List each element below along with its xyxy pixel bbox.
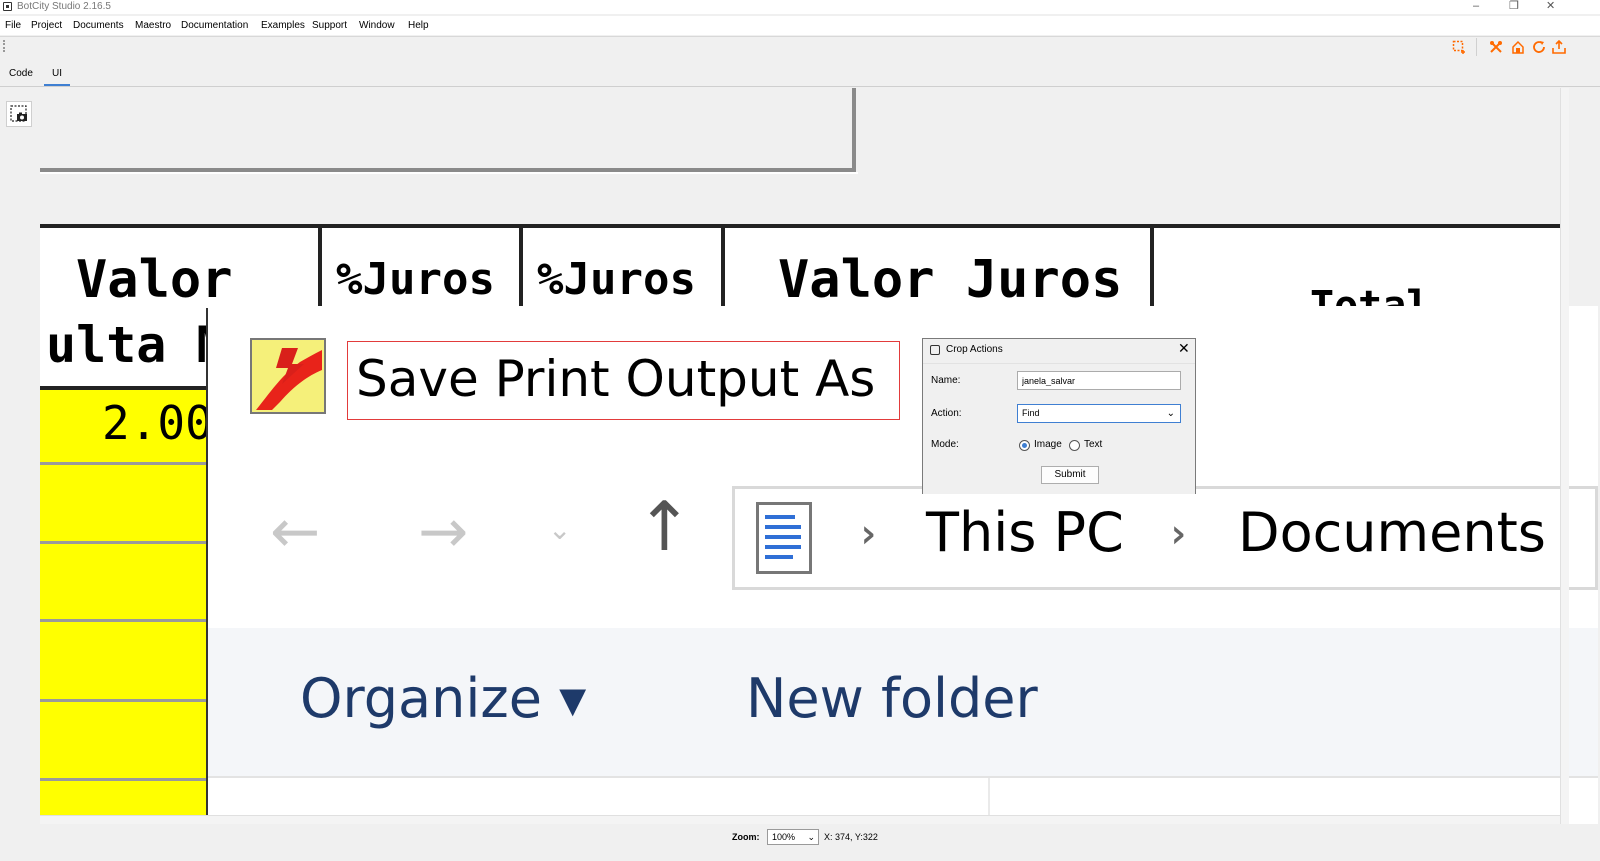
row-divider [40, 541, 206, 544]
table-divider [318, 228, 322, 308]
documents-folder-icon [756, 502, 812, 574]
menu-separator [0, 36, 1600, 37]
mode-text-label[interactable]: Text [1084, 439, 1102, 451]
organize-button: Organize ▾ [300, 667, 587, 730]
menu-help[interactable]: Help [408, 20, 429, 32]
toolbar-grip [3, 40, 7, 52]
menu-documentation[interactable]: Documentation [181, 20, 248, 32]
menu-support[interactable]: Support [312, 20, 347, 32]
cursor-coordinates: X: 374, Y:322 [824, 832, 878, 842]
row-value: 2.00 [102, 396, 213, 450]
toolbar-divider [1476, 38, 1477, 56]
crop-select-icon[interactable] [1452, 40, 1466, 54]
menu-file[interactable]: File [5, 20, 21, 32]
table-divider [721, 228, 725, 308]
breadcrumb-separator-icon: › [856, 511, 881, 557]
crop-actions-popup: Crop Actions ✕ Name: Action: Find ⌄ Mode… [922, 338, 1196, 494]
breadcrumb-documents: Documents [1238, 501, 1546, 564]
action-label: Action: [931, 408, 962, 419]
action-select[interactable]: Find ⌄ [1017, 404, 1181, 423]
row-label: ulta M [46, 316, 227, 374]
name-field[interactable] [1017, 371, 1181, 390]
submit-button[interactable]: Submit [1041, 466, 1099, 484]
close-icon[interactable]: ✕ [1178, 340, 1190, 356]
zoom-label: Zoom: [732, 832, 760, 842]
mode-image-radio[interactable] [1019, 440, 1030, 451]
row-divider [40, 462, 206, 465]
refresh-icon[interactable] [1532, 40, 1546, 54]
dialog-title: Save Print Output As [356, 350, 876, 408]
forward-arrow-icon: → [418, 497, 469, 567]
table-header-cell: %Juros [336, 254, 495, 305]
breadcrumb-this-pc: This PC [926, 501, 1124, 564]
table-divider [1150, 228, 1154, 308]
name-label: Name: [931, 375, 961, 386]
menu-maestro[interactable]: Maestro [135, 20, 171, 32]
row-divider [40, 778, 206, 781]
new-folder-button: New folder [746, 667, 1038, 730]
menu-project[interactable]: Project [31, 20, 62, 32]
dialog-divider [208, 776, 1598, 778]
popup-app-icon [930, 345, 940, 355]
screen-capture-icon [10, 105, 27, 122]
back-arrow-icon: ← [270, 497, 321, 567]
app-logo-icon [250, 338, 326, 414]
row-divider [40, 619, 206, 622]
menu-window[interactable]: Window [359, 20, 395, 32]
mode-image-label[interactable]: Image [1034, 439, 1062, 451]
upload-icon[interactable] [1552, 40, 1566, 54]
table-header-cell: %Juros [537, 254, 696, 305]
popup-title: Crop Actions [946, 344, 1003, 355]
app-icon [3, 2, 12, 11]
up-arrow-icon: ↑ [636, 488, 693, 567]
mode-label: Mode: [931, 439, 959, 450]
close-window-button[interactable]: ✕ [1546, 0, 1555, 12]
tab-ui[interactable]: UI [52, 68, 62, 80]
zoom-value: 100% [772, 832, 796, 842]
canvas-vertical-scrollbar[interactable] [1560, 88, 1569, 824]
table-divider [519, 228, 523, 308]
chevron-down-icon: ⌄ [1166, 408, 1175, 419]
menu-documents[interactable]: Documents [73, 20, 124, 32]
deploy-icon[interactable] [1511, 40, 1525, 54]
screenshot-panel-highlight [40, 172, 858, 174]
menu-examples[interactable]: Examples [261, 20, 305, 32]
screen-capture-button[interactable] [6, 101, 32, 127]
chevron-down-icon: ⌄ [807, 832, 815, 842]
minimize-button[interactable]: – [1473, 0, 1479, 12]
tab-code[interactable]: Code [9, 68, 33, 80]
mode-text-radio[interactable] [1069, 440, 1080, 451]
table-header-cell: Valor [76, 250, 233, 310]
table-header-cell: Total [1310, 286, 1430, 306]
row-divider [40, 699, 206, 702]
menu-bar: File Project Documents Maestro Documenta… [0, 16, 1600, 35]
screenshot-canvas[interactable]: Valor %Juros %Juros Valor Juros Total ul… [40, 88, 1598, 824]
window-title: BotCity Studio 2.16.5 [17, 1, 111, 12]
editor-tabs: Code UI [0, 62, 1600, 86]
title-bar: BotCity Studio 2.16.5 – ❐ ✕ [0, 0, 1600, 14]
canvas-horizontal-scrollbar[interactable] [40, 815, 1560, 824]
tab-separator [0, 86, 1600, 87]
breadcrumb-separator-icon: › [1166, 511, 1191, 557]
zoom-select[interactable]: 100% ⌄ [767, 829, 819, 845]
action-selected-value: Find [1022, 408, 1040, 418]
highlighted-cells [40, 390, 206, 824]
tools-icon[interactable] [1489, 40, 1503, 54]
screenshot-panel-frame [40, 88, 856, 172]
save-print-dialog: Save Print Output As ← → ⌄ ↑ › This PC ›… [208, 306, 1598, 824]
restore-button[interactable]: ❐ [1509, 0, 1519, 12]
table-header-cell: Valor Juros [778, 250, 1123, 310]
recent-dropdown-icon: ⌄ [548, 513, 572, 546]
